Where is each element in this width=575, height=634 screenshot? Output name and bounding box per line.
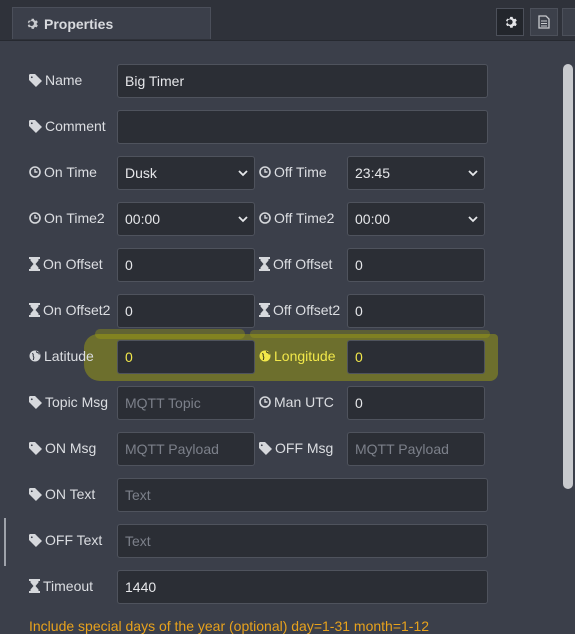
gear-icon (505, 16, 517, 28)
on-time-value: Dusk (125, 165, 157, 181)
clock-icon (259, 212, 271, 224)
clock-icon (29, 212, 41, 224)
off-time-select[interactable]: 23:45 (347, 156, 485, 190)
gear-icon (27, 18, 38, 29)
on-time-label: On Time (29, 162, 97, 182)
chevron-down-icon (468, 170, 478, 177)
tab-properties[interactable]: Properties (12, 7, 211, 39)
node-appearance-button[interactable] (562, 8, 575, 36)
latitude-label: Latitude (29, 346, 94, 366)
man-utc-label: Man UTC (259, 392, 334, 412)
hourglass-icon (259, 303, 270, 317)
topic-msg-label: Topic Msg (29, 392, 108, 412)
description-icon (538, 15, 550, 29)
tag-icon (29, 533, 42, 547)
scrollbar-thumb[interactable] (563, 64, 573, 489)
on-msg-input[interactable]: MQTT Payload (117, 432, 255, 466)
on-offset-label: On Offset (29, 254, 103, 274)
resize-handle[interactable] (4, 518, 6, 566)
off-time2-select[interactable]: 00:00 (347, 202, 485, 236)
marker-highlight-stroke (250, 330, 490, 338)
node-description-button[interactable] (530, 8, 558, 36)
off-text-input[interactable]: Text (117, 524, 488, 558)
on-offset2-input[interactable]: 0 (117, 294, 255, 328)
hourglass-icon (29, 579, 40, 593)
chevron-down-icon (238, 170, 248, 177)
off-offset-label: Off Offset (259, 254, 332, 274)
off-msg-label: OFF Msg (259, 438, 333, 458)
globe-icon (259, 350, 271, 362)
man-utc-input[interactable]: 0 (347, 386, 485, 420)
tag-icon (29, 441, 42, 455)
chevron-down-icon (238, 216, 248, 223)
on-time2-label: On Time2 (29, 208, 105, 228)
on-offset2-label: On Offset2 (29, 300, 110, 320)
tag-icon (29, 487, 42, 501)
tag-icon (29, 73, 42, 87)
tag-icon (29, 395, 42, 409)
timeout-input[interactable]: 1440 (117, 570, 488, 604)
clock-icon (259, 166, 271, 178)
topic-msg-input[interactable]: MQTT Topic (117, 386, 255, 420)
tab-properties-label: Properties (44, 15, 114, 32)
off-offset2-label: Off Offset2 (259, 300, 340, 320)
clock-icon (29, 166, 41, 178)
on-time2-select[interactable]: 00:00 (117, 202, 255, 236)
marker-highlight-stroke (95, 329, 245, 339)
node-settings-button[interactable] (496, 8, 524, 36)
longitude-label: Longitude (259, 346, 336, 366)
on-text-label: ON Text (29, 484, 95, 504)
hourglass-icon (259, 257, 270, 271)
off-msg-input[interactable]: MQTT Payload (347, 432, 485, 466)
globe-icon (29, 350, 41, 362)
on-offset-input[interactable]: 0 (117, 248, 255, 282)
on-time2-value: 00:00 (125, 211, 161, 227)
special-days-note: Include special days of the year (option… (29, 618, 430, 634)
off-offset-input[interactable]: 0 (347, 248, 485, 282)
tag-icon (259, 441, 272, 455)
latitude-input[interactable]: 0 (117, 340, 255, 374)
off-time2-label: Off Time2 (259, 208, 334, 228)
on-msg-label: ON Msg (29, 438, 96, 458)
on-text-input[interactable]: Text (117, 478, 488, 512)
on-time-select[interactable]: Dusk (117, 156, 255, 190)
clock-icon (259, 396, 271, 408)
tag-icon (29, 119, 42, 133)
off-text-label: OFF Text (29, 530, 102, 550)
chevron-down-icon (468, 216, 478, 223)
off-time2-value: 00:00 (355, 211, 391, 227)
hourglass-icon (29, 257, 40, 271)
off-offset2-input[interactable]: 0 (347, 294, 485, 328)
hourglass-icon (29, 303, 40, 317)
comment-input[interactable] (117, 110, 488, 144)
off-time-label: Off Time (259, 162, 327, 182)
off-time-value: 23:45 (355, 165, 391, 181)
name-label: Name (29, 70, 82, 90)
editor-header: Properties (0, 0, 575, 41)
name-input[interactable]: Big Timer (117, 64, 488, 98)
longitude-input[interactable]: 0 (347, 340, 485, 374)
comment-label: Comment (29, 116, 106, 136)
timeout-label: Timeout (29, 576, 93, 596)
